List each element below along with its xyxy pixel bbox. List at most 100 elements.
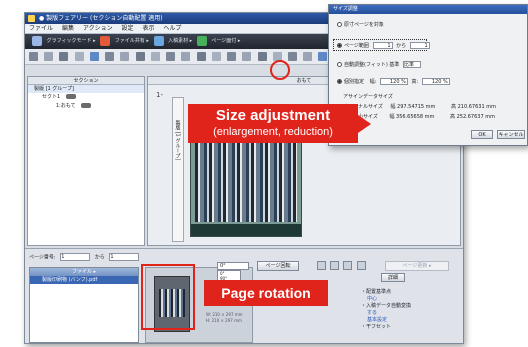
tool-icon[interactable] (196, 52, 206, 61)
tree-item-label[interactable]: セクト1 (42, 94, 60, 100)
tool-icon[interactable] (166, 52, 176, 61)
page-from-value: 1 (61, 254, 65, 260)
menu-file[interactable]: ファイル (29, 25, 53, 32)
view-icon[interactable] (343, 261, 353, 270)
range-from-input[interactable]: 1 (372, 42, 393, 49)
section-tree: セクション 製版 [1 グループ] セクト1 1:おもて (27, 76, 145, 246)
menu-action[interactable]: アクション (83, 25, 113, 32)
page-rotation-callout: Page rotation (204, 280, 328, 306)
size-adjust-callout: Size adjustment (enlargement, reduction) (188, 104, 358, 143)
height-input[interactable]: 120 % (421, 78, 450, 85)
size-adjust-icon[interactable] (318, 52, 328, 61)
option-original-page[interactable]: 原寸ページを対象 (337, 21, 384, 28)
range-to-input[interactable]: 1 (409, 42, 430, 49)
tool-icon[interactable] (181, 52, 191, 61)
scaled-height: 高 252.67637 mm (450, 114, 495, 120)
view-icon[interactable] (330, 261, 340, 270)
thumbnail-info: W: 210 × 297 mm H: 210 × 297 mm (206, 312, 243, 324)
view-mode-icons (317, 261, 368, 272)
width-label: 幅: (369, 79, 377, 85)
graphic-mode-icon (32, 35, 42, 46)
info-link[interactable]: 中心 (361, 296, 411, 303)
scaled-width: 幅 356.65658 mm (389, 114, 435, 120)
ok-button[interactable]: OK (471, 130, 493, 139)
range-to-value: 1 (424, 43, 428, 49)
file-share-icon (100, 35, 111, 46)
page-to-value: 1 (110, 254, 114, 260)
original-height: 高 210.67631 mm (451, 104, 496, 110)
info-title: ・配置基準点 (361, 289, 392, 295)
tool-icon[interactable] (105, 52, 115, 61)
tool-icon[interactable] (29, 52, 38, 61)
menu-settings[interactable]: 設定 (122, 25, 134, 32)
input-material-icon (153, 35, 164, 46)
tool-icon[interactable] (120, 52, 130, 61)
view-icon[interactable] (356, 261, 366, 270)
tool-icon[interactable] (44, 52, 54, 61)
tree-item-selected[interactable]: 製版 [1 グループ] (28, 85, 144, 93)
tool-icon[interactable] (303, 52, 313, 61)
tool-icon[interactable] (211, 52, 221, 61)
page-number: 1- (156, 91, 163, 99)
data-size-section: アサインデータサイズ (343, 94, 393, 100)
option-auto-fit[interactable]: 自動調整(フィット) 基準 比率 (337, 61, 423, 68)
page-from-input[interactable]: 1 (60, 253, 91, 261)
menu-edit[interactable]: 編集 (62, 25, 74, 32)
page-range-control: ページ番号: 1 から 1 (29, 253, 142, 261)
auto-fit-select[interactable]: 比率 (403, 61, 421, 68)
range-mid-label: から (396, 43, 407, 49)
page-range-label: ページ番号: (29, 254, 56, 261)
window-title: ● 製版フェアリー (セクション自動配置 適用) (39, 15, 163, 22)
rotation-select[interactable]: 0° (217, 262, 249, 270)
tool-icon[interactable] (74, 52, 84, 61)
radio-icon[interactable] (337, 22, 342, 27)
cancel-button[interactable]: キャンセル (497, 130, 525, 139)
page-update-button[interactable]: ページ更新 ▸ (385, 261, 449, 271)
tool-icon[interactable] (242, 52, 252, 61)
side-label: 製版 [1 グループ] (172, 97, 184, 242)
option-page-range[interactable]: ページ範囲 1 から 1 (337, 42, 432, 49)
file-row[interactable]: 製版印刷物 (バンフ).pdf (30, 276, 138, 284)
menu-help[interactable]: ヘルプ (163, 25, 181, 32)
imposition-icon (196, 35, 207, 46)
hand-icon (65, 94, 76, 99)
tool-icon[interactable] (287, 52, 297, 61)
toolbar-input-material[interactable]: 入稿素材 ▸ (168, 38, 192, 44)
dialog-title: サイズ調整 (329, 5, 527, 14)
toolbar-graphic-mode[interactable]: グラフィックモード ▸ (47, 38, 96, 44)
view-icon[interactable] (317, 261, 326, 270)
info-title: ・入稿データ自動変換 (361, 303, 412, 309)
info-link[interactable]: 基本設定 (361, 317, 411, 324)
tool-icon[interactable] (227, 52, 237, 61)
app-icon (28, 15, 35, 22)
width-input[interactable]: 120 % (379, 78, 408, 85)
radio-icon[interactable] (337, 43, 342, 48)
tree-header: セクション (28, 77, 144, 85)
radio-icon[interactable] (337, 79, 342, 84)
option-manual[interactable]: 個別指定 幅: 120 % 高: 120 % (337, 78, 452, 85)
tool-icon[interactable] (89, 52, 99, 61)
thumbnail-highlight (141, 264, 195, 330)
tool-icon[interactable] (59, 52, 69, 61)
height-label: 高: (411, 79, 419, 85)
range-from-value: 1 (387, 43, 391, 49)
radio-icon[interactable] (337, 62, 342, 67)
side-label-text: 製版 [1 グループ] (174, 120, 181, 161)
page-to-input[interactable]: 1 (109, 253, 140, 261)
tool-icon[interactable] (257, 52, 267, 61)
info-link[interactable]: する (361, 310, 411, 317)
original-size-row: オリジナルサイズ 幅 297.54715 mm 高 210.67631 mm (343, 103, 496, 110)
callout-arrow (358, 115, 371, 133)
original-width: 幅 297.54715 mm (390, 104, 436, 110)
file-list-header[interactable]: ファイル ▸ (30, 268, 138, 276)
detail-button[interactable]: 詳細 (381, 273, 405, 282)
highlight-ring (270, 60, 290, 80)
file-list: ファイル ▸ 製版印刷物 (バンフ).pdf (29, 267, 139, 343)
toolbar-imposition[interactable]: ページ面付 ▸ (211, 38, 240, 44)
tree-item-label[interactable]: 1:おもて (56, 103, 76, 109)
tool-icon[interactable] (135, 52, 145, 61)
menu-view[interactable]: 表示 (142, 25, 154, 32)
tool-icon[interactable] (150, 52, 160, 61)
toolbar-file-share[interactable]: ファイル共有 ▸ (115, 38, 149, 44)
page-rotate-button[interactable]: ページ回転 (257, 261, 299, 271)
